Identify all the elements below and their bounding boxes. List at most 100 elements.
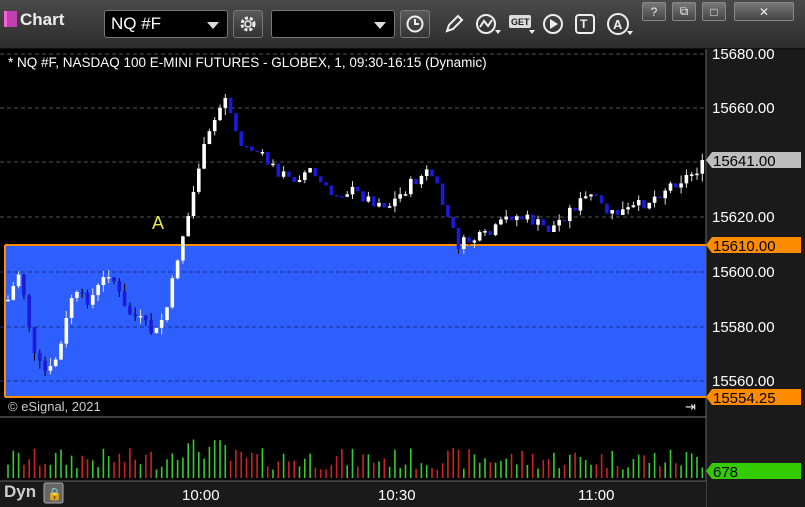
alert-button[interactable]: A	[604, 11, 636, 37]
candle-body	[451, 216, 455, 229]
volume-bar	[595, 464, 598, 478]
highlight-zone	[5, 245, 706, 397]
price-chart[interactable]: A 15680.00 15660.00 15620.00 15600.00 15…	[0, 49, 805, 507]
text-button[interactable]: T	[572, 11, 600, 37]
candle-body	[207, 131, 212, 144]
candle-body	[43, 360, 47, 371]
candle-body	[101, 277, 106, 286]
symbol-combo[interactable]: NQ #F	[104, 10, 228, 38]
get-button[interactable]: GET	[506, 11, 538, 37]
lock-icon: 🔒	[47, 487, 62, 501]
volume-bar	[97, 467, 99, 478]
candle-body	[419, 176, 424, 185]
candle-body	[621, 209, 625, 215]
candle-body	[599, 195, 604, 204]
candle-body	[668, 183, 673, 191]
svg-text:GET: GET	[511, 17, 530, 27]
volume-bar	[213, 440, 216, 478]
candle-body	[154, 327, 159, 334]
candle-body	[636, 200, 641, 206]
volume-bar	[198, 452, 200, 478]
chevron-down-icon[interactable]	[374, 22, 386, 29]
dynamic-mode-label[interactable]: Dyn	[4, 482, 36, 502]
svg-text:A: A	[613, 17, 623, 32]
candle-body	[493, 224, 498, 236]
chart-title: * NQ #F, NASDAQ 100 E-MINI FUTURES - GLO…	[8, 55, 487, 70]
upper-line-label: 15610.00	[713, 238, 776, 255]
candle-body	[361, 191, 365, 202]
candle-body	[689, 174, 694, 176]
interval-combo[interactable]	[271, 10, 395, 38]
candle-body	[313, 168, 318, 177]
candle-body	[477, 232, 482, 241]
volume-bar	[293, 460, 295, 478]
volume-bar	[399, 468, 401, 478]
candle-body	[663, 190, 667, 199]
candle-body	[324, 182, 328, 186]
draw-button[interactable]	[440, 11, 468, 37]
volume-bar	[622, 469, 624, 478]
candle-body	[515, 216, 519, 221]
candle-body	[165, 307, 169, 320]
volume-bar	[484, 458, 486, 478]
candle-body	[218, 107, 222, 121]
restore-button[interactable]: ⧉	[672, 2, 696, 21]
volume-bar	[314, 467, 317, 478]
candle-body	[647, 202, 652, 209]
candle-body	[334, 195, 339, 197]
volume-bar	[521, 450, 523, 478]
settings-button[interactable]	[233, 10, 263, 38]
candle-body	[356, 186, 360, 192]
candle-body	[239, 131, 243, 146]
volume-bar	[627, 467, 629, 478]
volume-bar	[245, 457, 248, 478]
candle-body	[440, 183, 445, 206]
volume-bar	[410, 448, 412, 478]
volume-bar	[563, 464, 566, 478]
annotation-label[interactable]: A	[152, 213, 164, 233]
candle-body	[536, 219, 540, 225]
studies-button[interactable]	[472, 11, 504, 37]
volume-bar	[346, 465, 348, 478]
volume-bar	[139, 464, 142, 478]
candle-body	[53, 359, 58, 367]
candle-body	[446, 205, 450, 217]
close-button[interactable]: ✕	[734, 2, 794, 21]
candle-body	[223, 97, 228, 108]
volume-bar	[224, 445, 227, 478]
candle-body	[255, 150, 259, 153]
volume-bar	[102, 448, 105, 478]
candle-body	[138, 316, 143, 318]
scroll-to-end-icon[interactable]: ⇥	[685, 399, 696, 414]
candle-body	[38, 353, 42, 361]
replay-button[interactable]	[540, 11, 566, 37]
chevron-down-icon[interactable]	[207, 22, 219, 29]
volume-bar	[203, 458, 205, 478]
volume-bar	[129, 448, 131, 478]
volume-bar	[425, 465, 428, 478]
maximize-button[interactable]: □	[702, 2, 726, 21]
candle-body	[297, 179, 302, 182]
candle-body	[456, 228, 461, 250]
help-button[interactable]: ?	[642, 2, 666, 21]
volume-bar	[92, 460, 94, 478]
lower-line-label: 15554.25	[713, 390, 776, 407]
volume-bar	[394, 449, 396, 478]
candle-body	[271, 163, 275, 166]
candle-body	[610, 210, 614, 214]
candle-body	[472, 240, 477, 243]
candle-body	[583, 196, 588, 199]
volume-bar	[500, 460, 502, 478]
time-button[interactable]	[400, 10, 430, 38]
studies-icon	[476, 14, 501, 34]
volume-bar	[569, 454, 571, 478]
volume-bar	[516, 464, 518, 478]
volume-bar	[701, 467, 704, 478]
volume-bar	[637, 454, 640, 478]
volume-bar	[383, 458, 386, 478]
volume-bar	[690, 453, 693, 478]
volume-bar	[378, 461, 380, 478]
volume-bar	[219, 440, 221, 478]
volume-bar	[272, 469, 274, 478]
candle-body	[117, 281, 122, 292]
